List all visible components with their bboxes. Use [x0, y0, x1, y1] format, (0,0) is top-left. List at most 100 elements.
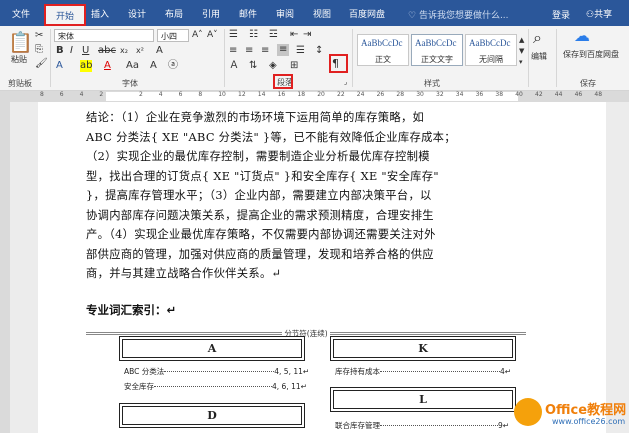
tab-layout[interactable]: 布局	[165, 7, 183, 20]
login-button[interactable]: 登录	[552, 8, 570, 21]
italic-icon[interactable]: I	[70, 45, 73, 57]
tab-mailings[interactable]: 邮件	[239, 7, 257, 20]
bullets-icon[interactable]: ☰	[229, 29, 238, 41]
section-break: 分节符(连续)	[86, 329, 526, 338]
bold-icon[interactable]: B	[56, 45, 64, 57]
tab-home[interactable]: 开始	[44, 4, 87, 26]
paste-button[interactable]: 粘贴	[11, 54, 27, 66]
ruler-tick: 2	[139, 91, 143, 98]
style-normal[interactable]: AaBbCcDc 正文	[357, 34, 409, 66]
justify-icon[interactable]: ≡	[277, 44, 290, 56]
tab-view[interactable]: 视图	[313, 7, 331, 20]
divider	[50, 29, 51, 87]
tab-file[interactable]: 文件	[12, 7, 30, 20]
superscript-icon[interactable]: x²	[136, 45, 144, 57]
phonetic-icon[interactable]: ⓐ	[168, 60, 178, 72]
divider	[224, 29, 225, 87]
paragraph-dialog-launcher-icon[interactable]: ⌟	[344, 76, 347, 88]
shading-icon[interactable]: ◈	[269, 60, 277, 72]
numbering-icon[interactable]: ☷	[249, 29, 258, 41]
tab-references[interactable]: 引用	[202, 7, 220, 20]
save-group-label: 保存	[580, 79, 596, 88]
index-entry: ABC 分类法 4, 5, 11↵	[124, 367, 310, 376]
index-letter-l: L	[330, 387, 516, 412]
cut-icon[interactable]: ✂	[35, 30, 43, 42]
multilevel-list-icon[interactable]: ☲	[269, 29, 278, 41]
index-heading[interactable]: 专业词汇索引：↵	[86, 302, 176, 318]
distributed-icon[interactable]: ☰	[296, 45, 305, 57]
styles-more-icon[interactable]: ▾	[519, 56, 523, 68]
style-body-text[interactable]: AaBbCcDc 正文文字	[411, 34, 463, 66]
char-shading-icon[interactable]: A	[150, 60, 157, 72]
ruler-tick: 24	[356, 91, 365, 98]
show-hide-highlight	[329, 54, 348, 73]
save-to-baidu-button[interactable]: 保存到百度网盘	[560, 50, 622, 60]
paragraph-line: 型，找出合理的订货点{ XE "订货点" }和安全库存{ XE "安全库存"	[86, 169, 439, 183]
grow-font-icon[interactable]: A˄	[192, 29, 203, 41]
divider	[556, 29, 557, 87]
divider	[528, 29, 529, 87]
baidu-cloud-icon[interactable]: ☁	[574, 28, 590, 44]
borders-icon[interactable]: ⊞	[290, 60, 298, 72]
tell-me-search[interactable]: ♡ 告诉我您想要做什么...	[408, 8, 509, 21]
subscript-icon[interactable]: x₂	[120, 45, 128, 57]
edit-button[interactable]: 编辑	[531, 51, 547, 63]
ruler-tick: 42	[535, 91, 543, 98]
tab-design[interactable]: 设计	[128, 7, 146, 20]
paste-icon[interactable]: 📋	[8, 32, 33, 52]
index-letter-a: A	[119, 336, 305, 361]
ruler-tick: 6	[178, 91, 183, 98]
ruler-tick: 40	[515, 91, 523, 98]
ruler-tick: 8	[40, 91, 44, 98]
highlight-icon[interactable]: ab	[80, 60, 93, 72]
ruler-tick: 44	[554, 91, 563, 98]
ruler-tick: 26	[376, 91, 385, 98]
text-effects-icon[interactable]: A	[56, 60, 63, 72]
ruler-tick: 48	[594, 91, 603, 98]
tab-insert[interactable]: 插入	[91, 7, 109, 20]
increase-indent-icon[interactable]: ⇥	[303, 29, 311, 41]
aa-case-icon[interactable]: Aa	[126, 60, 139, 72]
ruler-tick: 28	[396, 91, 405, 98]
underline-icon[interactable]: U	[82, 45, 89, 57]
ruler-tick: 8	[198, 91, 203, 98]
clipboard-group-label: 剪贴板	[8, 79, 32, 88]
horizontal-ruler[interactable]: 8 6 4 2 2 4 6 8 10 12 14 16 18 20 22 24 26 28 30 32 34 36 38 40…	[0, 91, 629, 102]
ruler-tick: 32	[436, 91, 444, 98]
section-break-label: 分节符(连续)	[282, 329, 330, 338]
align-center-icon[interactable]: ≡	[245, 45, 253, 57]
index-entry: 安全库存 4, 6, 11↵	[124, 382, 307, 391]
shrink-font-icon[interactable]: A˅	[207, 29, 218, 41]
styles-group-label: 样式	[424, 79, 440, 88]
sort-icon[interactable]: ⇅	[249, 60, 257, 72]
line-spacing-icon[interactable]: ↕	[315, 45, 323, 57]
ruler-tick: 36	[475, 91, 484, 98]
font-size-combo[interactable]: 小四	[157, 29, 189, 42]
share-button[interactable]: ⚇共享	[586, 7, 612, 20]
format-painter-icon[interactable]: 🖌	[35, 58, 48, 70]
style-no-spacing[interactable]: AaBbCcDc 无间隔	[465, 34, 517, 66]
copy-icon[interactable]: ⎘	[35, 44, 43, 56]
align-left-icon[interactable]: ≡	[229, 45, 237, 57]
index-letter-k: K	[330, 336, 516, 361]
lightbulb-icon: ♡	[408, 11, 419, 21]
strikethrough-icon[interactable]: abc	[98, 45, 116, 57]
paragraph-line: 商，并与其建立战略合作伙伴关系。↵	[86, 267, 282, 280]
find-icon[interactable]: ⌕	[533, 30, 542, 46]
tab-review[interactable]: 审阅	[276, 7, 294, 20]
vertical-ruler[interactable]	[0, 102, 10, 433]
tab-baidu[interactable]: 百度网盘	[349, 7, 385, 20]
paragraph-line: ABC 分类法{ XE "ABC 分类法" }等，已不能有效降低企业库存成本；	[86, 130, 456, 144]
ruler-tick: 10	[218, 91, 226, 98]
font-name-combo[interactable]: 宋体	[54, 29, 154, 42]
align-right-icon[interactable]: ≡	[261, 45, 269, 57]
divider	[352, 29, 353, 87]
ruler-tick: 4	[158, 91, 163, 98]
watermark-url: www.office26.com	[552, 417, 626, 426]
chinese-layout-icon[interactable]: Ａ	[229, 60, 239, 72]
index-entry: 库存持有成本 4↵	[335, 367, 512, 376]
index-entry: 联合库存管理 9↵	[335, 421, 510, 430]
decrease-indent-icon[interactable]: ⇤	[290, 29, 298, 41]
font-color-icon[interactable]: A	[104, 60, 111, 72]
clear-format-icon[interactable]: A	[156, 45, 163, 57]
